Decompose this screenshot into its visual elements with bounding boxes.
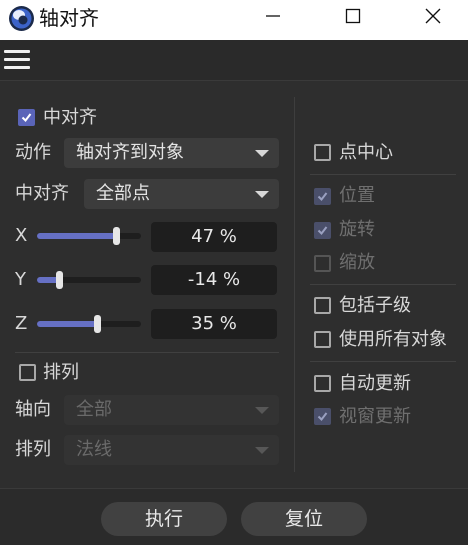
viewport-update-checkbox[interactable] [314, 408, 331, 425]
axis-z-slider[interactable] [37, 315, 141, 333]
action-select[interactable]: 轴对齐到对象 [64, 138, 279, 168]
scale-label: 缩放 [339, 252, 375, 273]
axis-y-slider[interactable] [37, 271, 141, 289]
chevron-down-icon [255, 150, 269, 157]
close-button[interactable] [410, 0, 456, 32]
attribute-panel: 中对齐 动作 轴对齐到对象 中对齐 全部点 X 47 % Y -14 % Z 3… [0, 81, 468, 488]
center-align-label: 中对齐 [43, 107, 97, 128]
axis-y-slider-thumb[interactable] [56, 271, 63, 289]
center-mode-label: 中对齐 [15, 183, 69, 204]
reset-button[interactable]: 复位 [241, 502, 367, 536]
arrange-label: 排列 [43, 362, 79, 383]
center-mode-select[interactable]: 全部点 [84, 179, 279, 209]
include-children-label: 包括子级 [339, 295, 411, 316]
checkmark-icon [317, 192, 328, 202]
arrange-mode-label: 排列 [15, 439, 51, 460]
hamburger-menu-icon[interactable] [4, 50, 30, 70]
axis-z-slider-fill [37, 321, 97, 327]
rotation-label: 旋转 [339, 219, 375, 240]
axis-z-value-field[interactable]: 35 % [151, 309, 277, 339]
toolbar [0, 40, 468, 81]
axis-z-slider-thumb[interactable] [94, 315, 101, 333]
axis-z-label: Z [15, 313, 28, 334]
auto-update-checkbox[interactable] [314, 375, 331, 392]
footer-bar: 执行 复位 [0, 488, 468, 545]
use-all-objects-checkbox[interactable] [314, 331, 331, 348]
viewport-update-label: 视窗更新 [339, 406, 411, 427]
arrange-checkbox[interactable] [19, 364, 36, 381]
axis-y-label: Y [15, 269, 26, 290]
axis-x-label: X [15, 225, 28, 246]
axis-direction-select[interactable]: 全部 [64, 395, 279, 425]
axis-x-slider[interactable] [37, 227, 141, 245]
maximize-button[interactable] [330, 0, 376, 32]
point-center-checkbox[interactable] [314, 144, 331, 161]
auto-update-label: 自动更新 [339, 373, 411, 394]
rotation-checkbox[interactable] [314, 222, 331, 239]
axis-x-slider-fill [37, 233, 116, 239]
minimize-icon [266, 15, 280, 17]
use-all-objects-label: 使用所有对象 [339, 329, 447, 350]
include-children-checkbox[interactable] [314, 297, 331, 314]
execute-button[interactable]: 执行 [101, 502, 227, 536]
action-value: 轴对齐到对象 [76, 142, 184, 163]
right-divider-3 [310, 361, 456, 362]
checkmark-icon [21, 113, 32, 123]
arrange-mode-value: 法线 [76, 439, 112, 460]
action-label: 动作 [15, 142, 51, 163]
window-title: 轴对齐 [39, 6, 99, 30]
center-mode-value: 全部点 [96, 183, 150, 204]
maximize-icon [345, 8, 361, 24]
axis-x-slider-thumb[interactable] [113, 227, 120, 245]
chevron-down-icon [255, 191, 269, 198]
cinema4d-app-icon [9, 6, 34, 31]
right-divider-2 [310, 284, 456, 285]
axis-direction-label: 轴向 [15, 399, 51, 420]
minimize-button[interactable] [250, 0, 296, 32]
close-icon [425, 8, 441, 24]
position-checkbox[interactable] [314, 188, 331, 205]
chevron-down-icon [255, 447, 269, 454]
arrange-mode-select[interactable]: 法线 [64, 435, 279, 465]
chevron-down-icon [255, 407, 269, 414]
checkmark-icon [317, 226, 328, 236]
axis-y-value-field[interactable]: -14 % [151, 265, 277, 295]
point-center-label: 点中心 [339, 142, 393, 163]
axis-direction-value: 全部 [76, 399, 112, 420]
position-label: 位置 [339, 185, 375, 206]
center-align-checkbox[interactable] [18, 109, 35, 126]
right-divider-1 [310, 174, 456, 175]
checkmark-icon [317, 412, 328, 422]
axis-x-value-field[interactable]: 47 % [151, 222, 277, 252]
title-bar: 轴对齐 [0, 0, 468, 40]
scale-checkbox[interactable] [314, 255, 331, 272]
left-divider [15, 352, 279, 353]
column-divider [294, 97, 295, 472]
